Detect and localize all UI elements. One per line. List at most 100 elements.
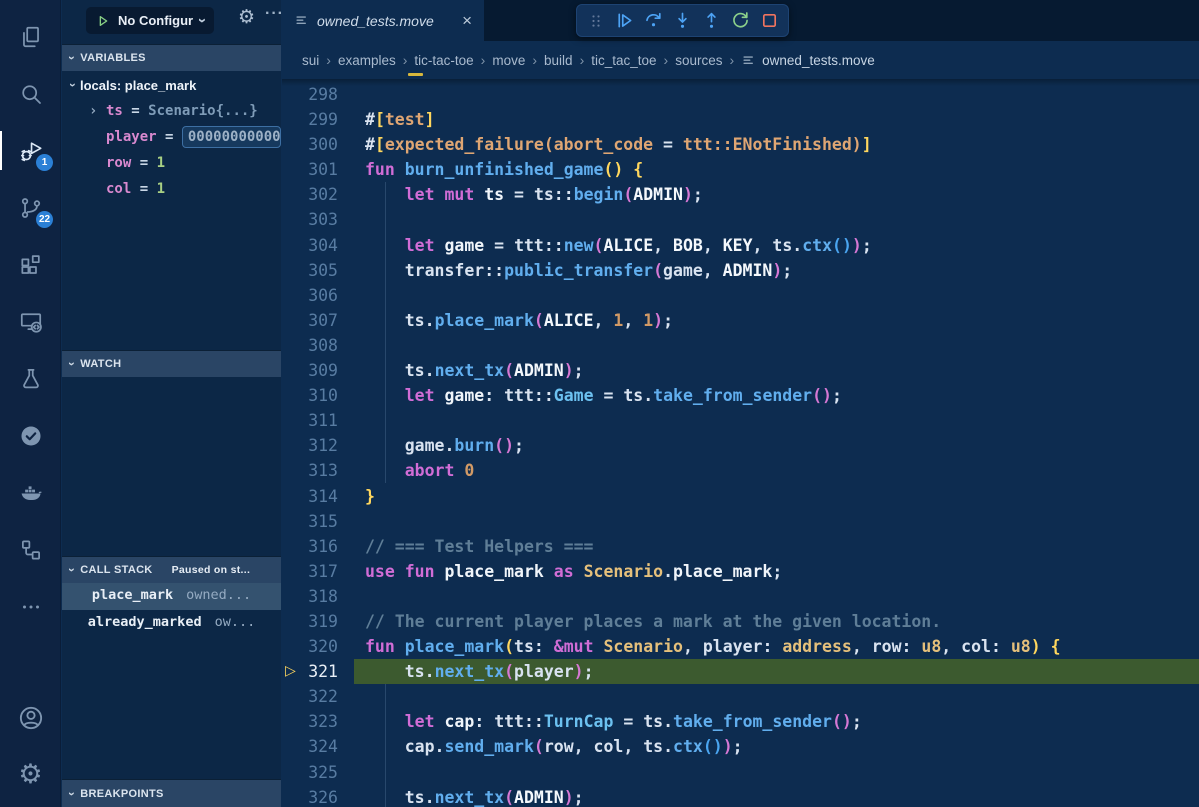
step-over-button[interactable] xyxy=(640,7,667,34)
line-number[interactable]: 318 xyxy=(282,584,338,609)
line-number[interactable]: 317 xyxy=(282,559,338,584)
code-text[interactable]: let cap: ttt::TurnCap = ts.take_from_sen… xyxy=(354,709,1199,734)
code-text[interactable]: abort 0 xyxy=(354,458,1199,483)
watch-section-header[interactable]: › WATCH xyxy=(62,350,281,377)
code-text[interactable] xyxy=(354,207,1199,232)
line-number[interactable]: 309 xyxy=(282,358,338,383)
line-number[interactable]: 306 xyxy=(282,283,338,308)
activity-more-views[interactable] xyxy=(0,578,61,635)
line-number[interactable]: 316 xyxy=(282,534,338,559)
code-text[interactable]: // === Test Helpers === xyxy=(354,534,1199,559)
code-text[interactable]: ts.next_tx(player); xyxy=(354,659,1199,684)
line-number[interactable]: 313 xyxy=(282,458,338,483)
activity-search[interactable] xyxy=(0,65,61,122)
launch-config-dropdown[interactable]: No Configur › xyxy=(86,7,214,34)
breadcrumb-item[interactable]: sui xyxy=(302,53,319,68)
code-text[interactable]: #[expected_failure(abort_code = ttt::ENo… xyxy=(354,132,1199,157)
code-text[interactable]: // The current player places a mark at t… xyxy=(354,609,1199,634)
activity-docker[interactable] xyxy=(0,464,61,521)
breadcrumb-item[interactable]: move xyxy=(492,53,525,68)
line-number[interactable]: 299 xyxy=(282,107,338,132)
close-icon[interactable]: × xyxy=(462,12,472,29)
code-text[interactable] xyxy=(354,509,1199,534)
activity-source-control[interactable]: 22 xyxy=(0,179,61,236)
line-number[interactable]: 302 xyxy=(282,182,338,207)
line-number[interactable]: 326 xyxy=(282,785,338,807)
line-number[interactable]: 325 xyxy=(282,760,338,785)
code-text[interactable] xyxy=(354,283,1199,308)
variable-row-player[interactable]: player = 000000000000… xyxy=(62,124,281,150)
breakpoints-section-header[interactable]: › BREAKPOINTS xyxy=(62,779,281,807)
code-text[interactable] xyxy=(354,333,1199,358)
stop-button[interactable] xyxy=(756,7,783,34)
step-out-button[interactable] xyxy=(698,7,725,34)
tab-owned-tests[interactable]: owned_tests.move × xyxy=(282,0,484,41)
activity-containers[interactable] xyxy=(0,521,61,578)
activity-testing[interactable] xyxy=(0,350,61,407)
code-text[interactable] xyxy=(354,760,1199,785)
activity-run-debug[interactable]: 1 xyxy=(0,122,61,179)
line-number[interactable]: 312 xyxy=(282,433,338,458)
code-text[interactable]: fun place_mark(ts: &mut Scenario, player… xyxy=(354,634,1199,659)
code-text[interactable]: } xyxy=(354,484,1199,509)
code-text[interactable]: ts.place_mark(ALICE, 1, 1); xyxy=(354,308,1199,333)
code-text[interactable]: ts.next_tx(ADMIN); xyxy=(354,358,1199,383)
code-text[interactable] xyxy=(354,82,1199,107)
code-text[interactable]: game.burn(); xyxy=(354,433,1199,458)
code-text[interactable] xyxy=(354,408,1199,433)
breadcrumb-item[interactable]: examples xyxy=(338,53,396,68)
activity-checks[interactable] xyxy=(0,407,61,464)
call-stack-frame[interactable]: already_markedow... xyxy=(62,610,281,637)
code-text[interactable]: fun burn_unfinished_game() { xyxy=(354,157,1199,182)
code-text[interactable]: let game: ttt::Game = ts.take_from_sende… xyxy=(354,383,1199,408)
code-text[interactable]: let game = ttt::new(ALICE, BOB, KEY, ts.… xyxy=(354,233,1199,258)
breadcrumb-item[interactable]: build xyxy=(544,53,573,68)
code-text[interactable]: transfer::public_transfer(game, ADMIN); xyxy=(354,258,1199,283)
line-number[interactable]: 301 xyxy=(282,157,338,182)
activity-extensions[interactable] xyxy=(0,236,61,293)
variable-row-row[interactable]: row = 1 xyxy=(62,150,281,176)
line-number[interactable]: 310 xyxy=(282,383,338,408)
line-number[interactable]: 307 xyxy=(282,308,338,333)
line-number[interactable]: 305 xyxy=(282,258,338,283)
code-text[interactable] xyxy=(354,584,1199,609)
chevron-right-icon[interactable]: › xyxy=(89,103,106,119)
code-text[interactable]: #[test] xyxy=(354,107,1199,132)
activity-remote-explorer[interactable] xyxy=(0,293,61,350)
call-stack-frame[interactable]: place_markowned... xyxy=(62,583,281,610)
line-number[interactable]: 315 xyxy=(282,509,338,534)
code-text[interactable]: use fun place_mark as Scenario.place_mar… xyxy=(354,559,1199,584)
line-number[interactable]: 324 xyxy=(282,734,338,759)
activity-accounts[interactable] xyxy=(0,689,61,746)
line-number[interactable]: 322 xyxy=(282,684,338,709)
line-number[interactable]: 300 xyxy=(282,132,338,157)
breadcrumb-item[interactable]: tic_tac_toe xyxy=(591,53,656,68)
code-text[interactable]: cap.send_mark(row, col, ts.ctx()); xyxy=(354,734,1199,759)
line-number[interactable]: 323 xyxy=(282,709,338,734)
variables-scope-row[interactable]: ›locals: place_mark xyxy=(62,72,281,98)
more-actions-icon[interactable]: ··· xyxy=(265,5,284,23)
code-text[interactable] xyxy=(354,684,1199,709)
code-text[interactable]: let mut ts = ts::begin(ADMIN); xyxy=(354,182,1199,207)
line-number[interactable]: 303 xyxy=(282,207,338,232)
restart-button[interactable] xyxy=(727,7,754,34)
breadcrumb-file[interactable]: owned_tests.move xyxy=(741,53,875,68)
grip-icon[interactable] xyxy=(582,7,609,34)
play-icon[interactable] xyxy=(95,13,111,29)
line-number[interactable]: 311 xyxy=(282,408,338,433)
variable-value[interactable]: 000000000000… xyxy=(182,126,281,148)
breadcrumb-item[interactable]: sources xyxy=(675,53,722,68)
code-text[interactable]: ts.next_tx(ADMIN); xyxy=(354,785,1199,807)
variables-section-header[interactable]: › VARIABLES xyxy=(62,44,281,71)
step-into-button[interactable] xyxy=(669,7,696,34)
line-number[interactable]: 320 xyxy=(282,634,338,659)
variable-row-ts[interactable]: ›ts = Scenario{...} xyxy=(62,98,281,124)
activity-explorer[interactable] xyxy=(0,8,61,65)
activity-settings[interactable]: ⚙ xyxy=(0,746,61,803)
line-number[interactable]: 314 xyxy=(282,484,338,509)
line-number[interactable]: 308 xyxy=(282,333,338,358)
line-number[interactable]: 298 xyxy=(282,82,338,107)
breadcrumb-item[interactable]: tic-tac-toe xyxy=(414,53,473,68)
line-number[interactable]: 319 xyxy=(282,609,338,634)
debug-settings-gear-icon[interactable]: ⚙ xyxy=(238,8,255,27)
